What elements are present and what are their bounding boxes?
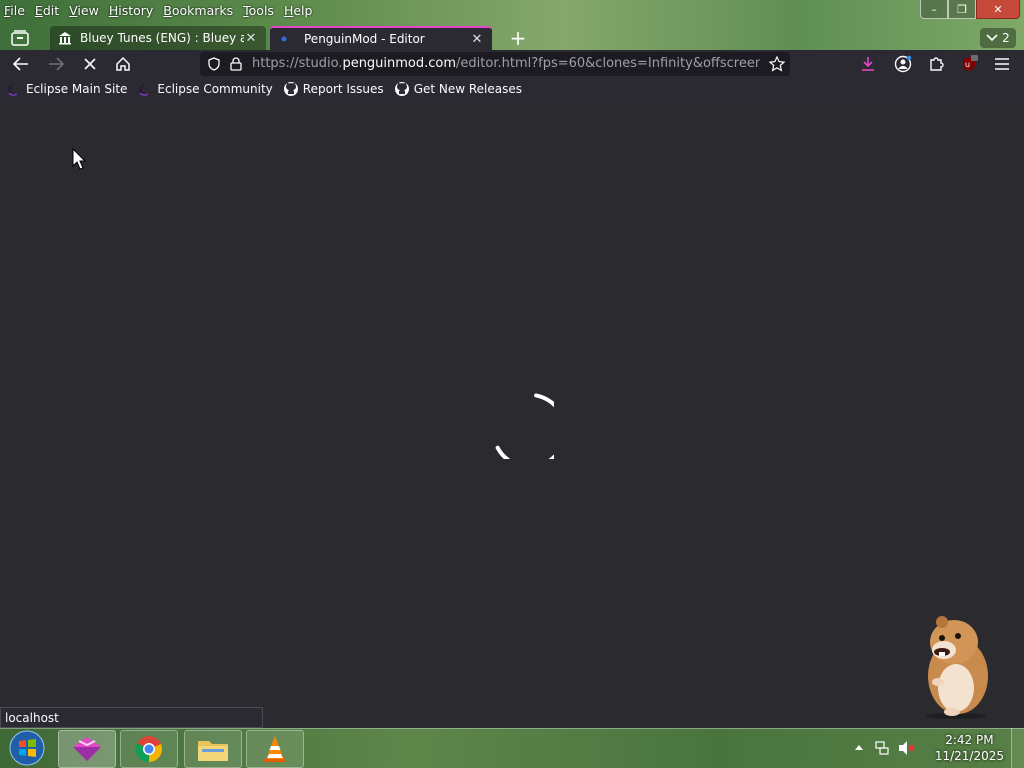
page-content — [0, 100, 1024, 728]
github-icon — [394, 82, 409, 96]
back-button[interactable] — [8, 52, 34, 76]
navigation-toolbar: https://studio.penguinmod.com/editor.htm… — [0, 50, 1024, 78]
bookmark-eclipse-main-site[interactable]: Eclipse Main Site — [6, 81, 127, 97]
bookmarks-toolbar: Eclipse Main Site Eclipse Community Repo… — [0, 78, 1024, 100]
clock[interactable]: 2:42 PM 11/21/2025 — [935, 732, 1004, 764]
chevron-down-icon — [986, 34, 998, 42]
tab-count: 2 — [1002, 31, 1010, 45]
bookmark-get-new-releases[interactable]: Get New Releases — [394, 81, 522, 97]
close-tab-icon[interactable]: ✕ — [244, 31, 258, 46]
eclipse-icon — [8, 84, 21, 96]
firefox-developer-icon — [73, 737, 101, 761]
star-icon — [769, 56, 785, 72]
menu-bookmarks[interactable]: Bookmarks — [163, 3, 233, 18]
address-bar[interactable]: https://studio.penguinmod.com/editor.htm… — [200, 52, 790, 76]
account-icon — [894, 55, 912, 73]
app-menu-button[interactable] — [989, 52, 1015, 76]
windows-logo-icon — [9, 730, 45, 766]
folder-icon — [198, 741, 228, 761]
volume-muted-icon[interactable] — [898, 740, 916, 756]
loading-spinner-icon — [495, 393, 554, 459]
tab-groups-button[interactable] — [6, 26, 34, 50]
menu-tools[interactable]: Tools — [243, 3, 274, 18]
puzzle-icon — [930, 57, 944, 71]
menu-help[interactable]: Help — [284, 3, 313, 18]
downloads-button[interactable] — [855, 52, 881, 76]
ublock-origin-icon: u — [963, 55, 978, 71]
new-tab-button[interactable]: + — [506, 26, 530, 50]
menu-file[interactable]: File — [4, 3, 25, 18]
penguinmod-icon — [281, 36, 287, 42]
clock-date: 11/21/2025 — [934, 749, 1004, 763]
chrome-icon — [135, 736, 162, 763]
vlc-cone-icon — [264, 736, 286, 762]
menu-history[interactable]: History — [109, 3, 153, 18]
arrow-right-icon — [49, 57, 64, 71]
network-icon[interactable] — [874, 740, 890, 756]
system-tray: 2:42 PM 11/21/2025 — [854, 728, 1024, 768]
taskbar-chrome[interactable] — [120, 730, 178, 768]
home-icon — [116, 56, 130, 71]
taskbar-file-explorer[interactable] — [184, 730, 242, 768]
extensions-button[interactable] — [923, 52, 949, 76]
stop-loading-button[interactable] — [77, 52, 103, 76]
eclipse-icon — [139, 84, 153, 96]
bookmark-eclipse-community[interactable]: Eclipse Community — [137, 81, 273, 97]
tab-title: Bluey Tunes (ENG) : Bluey and A — [80, 31, 244, 45]
taskbar-vlc[interactable] — [246, 730, 304, 768]
start-button[interactable] — [4, 728, 50, 768]
windows-taskbar: 2:42 PM 11/21/2025 — [0, 728, 1024, 768]
show-hidden-icons-icon[interactable] — [854, 743, 864, 751]
tab-penguinmod-editor[interactable]: PenguinMod - Editor ✕ — [270, 26, 492, 50]
tab-list-button[interactable]: 2 — [980, 28, 1016, 48]
lock-icon[interactable] — [230, 57, 242, 71]
stop-icon — [84, 58, 96, 70]
hamburger-menu-icon — [995, 58, 1009, 70]
menu-bar: File Edit View History Bookmarks Tools H… — [0, 0, 322, 20]
status-bar: localhost — [0, 707, 263, 728]
bookmark-star-button[interactable] — [764, 52, 790, 76]
menu-edit[interactable]: Edit — [35, 3, 59, 18]
ublock-button[interactable]: u — [956, 52, 982, 76]
close-tab-icon[interactable]: ✕ — [470, 32, 484, 47]
tab-groups-icon — [11, 30, 29, 46]
mouse-cursor-icon — [72, 148, 86, 170]
download-icon — [862, 57, 874, 71]
account-button[interactable] — [890, 52, 916, 76]
close-window-button[interactable]: ✕ — [976, 0, 1020, 19]
forward-button[interactable] — [43, 52, 69, 76]
bookmark-report-issues[interactable]: Report Issues — [283, 81, 384, 97]
restore-button[interactable]: ❐ — [948, 0, 976, 19]
svg-text:u: u — [965, 60, 970, 69]
hamster-mascot — [926, 616, 988, 719]
minimize-button[interactable]: – — [920, 0, 948, 19]
show-desktop-button[interactable] — [1011, 728, 1024, 768]
window-controls: – ❐ ✕ — [920, 0, 1020, 19]
shield-icon[interactable] — [207, 57, 221, 71]
arrow-left-icon — [13, 57, 28, 71]
taskbar-firefox-dev[interactable] — [58, 730, 116, 768]
home-button[interactable] — [110, 52, 136, 76]
tab-title: PenguinMod - Editor — [304, 32, 425, 46]
tab-bar: Bluey Tunes (ENG) : Bluey and A ✕ Pengui… — [0, 26, 1024, 50]
clock-time: 2:42 PM — [945, 733, 994, 747]
github-icon — [283, 82, 298, 96]
museum-icon — [59, 32, 71, 45]
menu-view[interactable]: View — [69, 3, 99, 18]
tab-bluey-tunes[interactable]: Bluey Tunes (ENG) : Bluey and A ✕ — [50, 26, 266, 50]
url-text[interactable]: https://studio.penguinmod.com/editor.htm… — [252, 52, 760, 76]
